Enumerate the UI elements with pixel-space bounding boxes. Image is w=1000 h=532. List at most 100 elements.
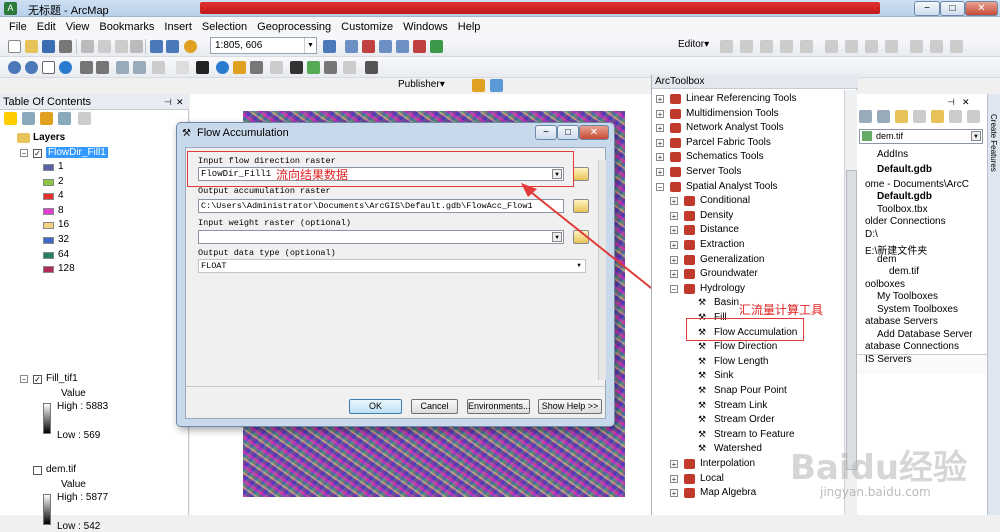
close-button[interactable]: ✕ (965, 1, 998, 16)
toolset-item[interactable]: Linear Referencing Tools (686, 92, 796, 106)
tool-item[interactable]: Stream to Feature (714, 428, 795, 442)
menu-edit[interactable]: Edit (32, 21, 61, 33)
scrollbar-thumb[interactable] (846, 170, 857, 470)
cut-icon[interactable] (81, 40, 94, 53)
redo-icon[interactable] (166, 40, 179, 53)
select-features-icon[interactable] (152, 61, 165, 74)
toolset-item[interactable]: Multidimension Tools (686, 107, 779, 121)
ok-button[interactable]: OK (349, 399, 402, 414)
tool-item[interactable]: Stream Link (714, 399, 767, 413)
expand-icon[interactable]: + (656, 153, 664, 162)
menu-geoprocessing[interactable]: Geoprocessing (252, 21, 336, 33)
catalog-item[interactable]: Add Database Server (877, 329, 973, 340)
collapse-icon[interactable]: − (670, 284, 678, 293)
hyperlink-icon[interactable] (233, 61, 246, 74)
layer-checkbox[interactable] (33, 466, 42, 475)
dialog-minimize-button[interactable]: − (535, 125, 557, 140)
map-scale-field[interactable]: 1:805, 606 ▼ (210, 37, 317, 54)
identify-icon[interactable] (216, 61, 229, 74)
catalog-item[interactable]: AddIns (877, 149, 908, 160)
viewer-window-icon[interactable] (365, 61, 378, 74)
dialog-close-button[interactable]: ✕ (579, 125, 609, 140)
list-by-visibility-icon[interactable] (40, 112, 53, 125)
fixed-zoom-out-icon[interactable] (96, 61, 109, 74)
layer-flowdir-fill1[interactable]: FlowDir_Fill1 (46, 147, 108, 158)
show-help-button[interactable]: Show Help >> (538, 399, 602, 414)
time-slider-icon[interactable] (343, 61, 356, 74)
catalog-item[interactable]: Default.gdb (877, 164, 932, 175)
list-by-selection-icon[interactable] (58, 112, 71, 125)
menu-file[interactable]: File (4, 21, 32, 33)
expand-icon[interactable]: + (656, 95, 664, 104)
toolset-item[interactable]: Extraction (700, 238, 744, 252)
menu-view[interactable]: View (61, 21, 95, 33)
toolset-item[interactable]: Distance (700, 223, 739, 237)
catalog-item[interactable]: dem.tif (889, 266, 919, 277)
expand-icon[interactable]: + (670, 460, 678, 469)
output-raster-field[interactable]: C:\Users\Administrator\Documents\ArcGIS\… (198, 199, 564, 213)
model-builder-icon[interactable] (430, 40, 443, 53)
layer-checkbox[interactable]: ✓ (33, 375, 42, 384)
fixed-zoom-in-icon[interactable] (80, 61, 93, 74)
save-icon[interactable] (42, 40, 55, 53)
point-icon[interactable] (800, 40, 813, 53)
arctoolbox-window-icon[interactable] (362, 40, 375, 53)
menu-windows[interactable]: Windows (398, 21, 453, 33)
options-icon[interactable] (967, 110, 980, 123)
toolset-item[interactable]: Interpolation (700, 457, 755, 471)
toolset-item[interactable]: Parcel Fabric Tools (686, 136, 771, 150)
print-icon[interactable] (59, 40, 72, 53)
tool-item[interactable]: Snap Pour Point (714, 384, 787, 398)
forward-extent-icon[interactable] (133, 61, 146, 74)
pin-icon[interactable]: ⊣ (164, 94, 172, 110)
rotate-icon[interactable] (845, 40, 858, 53)
undo-icon[interactable] (150, 40, 163, 53)
expand-icon[interactable]: + (656, 138, 664, 147)
catalog-close-icon[interactable]: ✕ (962, 97, 970, 108)
layers-root[interactable]: Layers (33, 132, 65, 143)
reshape-icon[interactable] (885, 40, 898, 53)
catalog-item[interactable]: older Connections (865, 216, 946, 227)
expand-icon[interactable]: + (670, 211, 678, 220)
expand-icon[interactable]: + (656, 109, 664, 118)
toolset-item[interactable]: Local (700, 472, 724, 486)
toolset-item[interactable]: Spatial Analyst Tools (686, 180, 778, 194)
publisher-icon[interactable] (472, 79, 485, 92)
straight-segment-icon[interactable] (760, 40, 773, 53)
menu-customize[interactable]: Customize (336, 21, 398, 33)
expand-icon[interactable]: + (670, 255, 678, 264)
go-to-xy-icon[interactable] (324, 61, 337, 74)
publisher-menu-label[interactable]: Publisher▾ (398, 79, 445, 90)
clear-selection-icon[interactable] (176, 61, 189, 74)
catalog-location-field[interactable]: dem.tif ▼ (859, 129, 983, 144)
forward-icon[interactable] (877, 110, 890, 123)
back-icon[interactable] (859, 110, 872, 123)
menu-selection[interactable]: Selection (197, 21, 252, 33)
editor-menu[interactable]: Editor▾ (678, 39, 709, 50)
split-icon[interactable] (825, 40, 838, 53)
pan-icon[interactable] (42, 61, 55, 74)
measure-icon[interactable] (270, 61, 283, 74)
collapse-icon[interactable]: − (20, 149, 28, 158)
tool-item[interactable]: Flow Length (714, 355, 768, 369)
up-folder-icon[interactable] (895, 110, 908, 123)
sketch-properties-icon[interactable] (930, 40, 943, 53)
catalog-item[interactable]: ome - Documents\ArcC (865, 179, 969, 190)
expand-icon[interactable]: + (670, 489, 678, 498)
menu-help[interactable]: Help (453, 21, 486, 33)
catalog-window-icon[interactable] (379, 40, 392, 53)
layer-checkbox[interactable]: ✓ (33, 149, 42, 158)
paste-icon[interactable] (115, 40, 128, 53)
cut-polygons-icon[interactable] (865, 40, 878, 53)
catalog-item[interactable]: atabase Servers (865, 316, 938, 327)
chevron-down-icon[interactable]: ▼ (304, 38, 316, 53)
search-window-icon[interactable] (396, 40, 409, 53)
find-icon[interactable] (290, 61, 303, 74)
catalog-item[interactable]: atabase Connections (865, 341, 959, 352)
layer-fill-tif1[interactable]: Fill_tif1 (46, 373, 78, 384)
weight-raster-field[interactable]: ▼ (198, 230, 564, 244)
toolset-item[interactable]: Groundwater (700, 267, 758, 281)
delete-icon[interactable] (130, 40, 143, 53)
create-features-icon[interactable] (950, 40, 963, 53)
expand-icon[interactable]: + (656, 168, 664, 177)
